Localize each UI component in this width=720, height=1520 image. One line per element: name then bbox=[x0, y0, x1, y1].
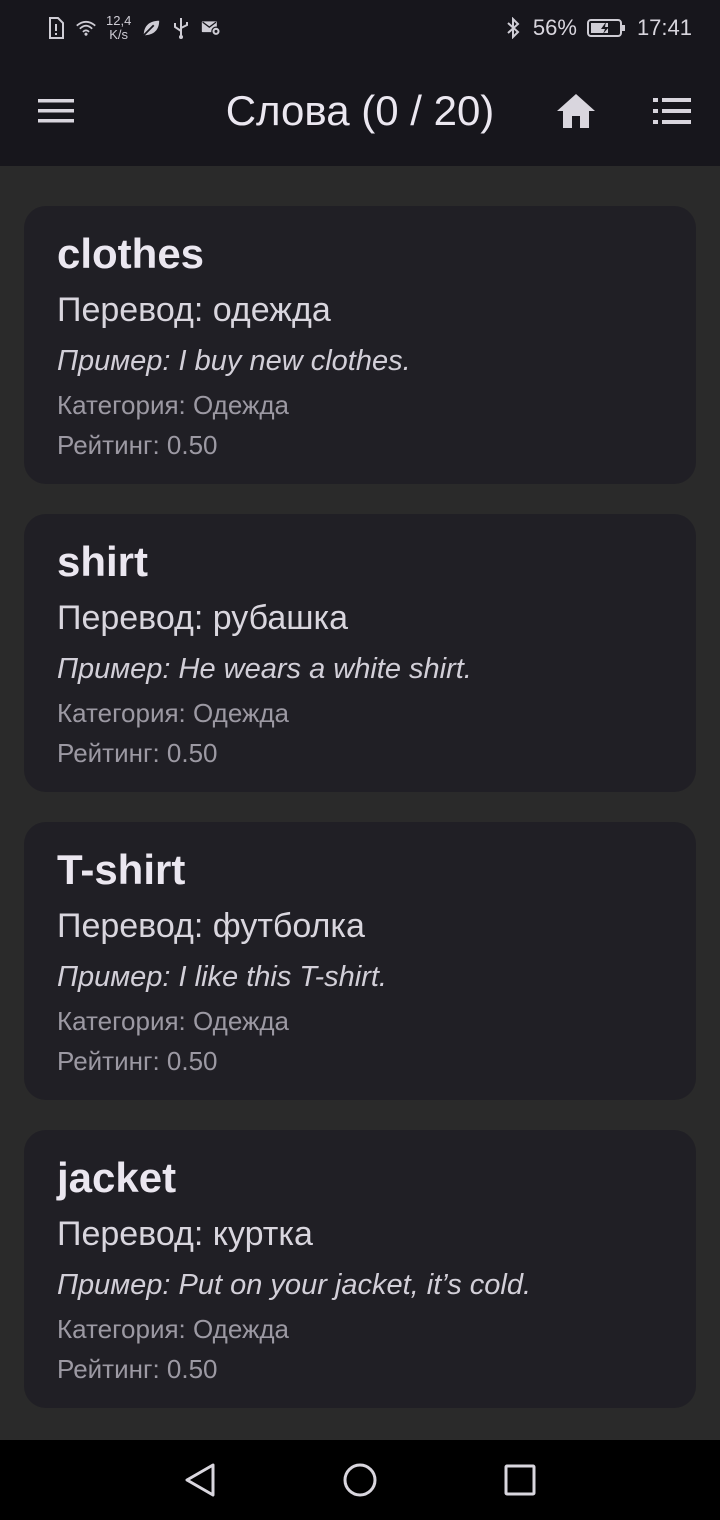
app-bar: Слова (0 / 20) bbox=[0, 56, 720, 166]
example-label: Пример bbox=[57, 345, 163, 377]
back-button[interactable] bbox=[176, 1456, 224, 1504]
word-card[interactable]: T-shirt Перевод: футболка Пример: I like… bbox=[24, 822, 696, 1100]
home-button[interactable] bbox=[548, 83, 604, 139]
word-translation: Перевод: рубашка bbox=[57, 599, 349, 637]
word-rating: Рейтинг: 0.50 bbox=[57, 738, 218, 768]
recents-icon bbox=[504, 1464, 536, 1496]
example-text: : I buy new clothes. bbox=[162, 345, 411, 377]
system-nav-bar bbox=[0, 1440, 720, 1520]
word-term: T-shirt bbox=[57, 846, 186, 893]
battery-charging-icon bbox=[586, 18, 627, 38]
network-speed-value: 12,4 bbox=[106, 13, 132, 28]
menu-button[interactable] bbox=[28, 83, 84, 139]
example-label: Пример bbox=[57, 653, 163, 685]
status-left: 12,4 K/s bbox=[46, 14, 222, 42]
bluetooth-icon bbox=[503, 17, 523, 39]
home-nav-button[interactable] bbox=[336, 1456, 384, 1504]
status-bar: 12,4 K/s 56% 17:41 bbox=[0, 0, 720, 56]
clock: 17:41 bbox=[636, 15, 692, 40]
word-rating: Рейтинг: 0.50 bbox=[57, 1046, 218, 1076]
example-text: : Put on your jacket, it’s cold. bbox=[162, 1269, 532, 1301]
network-speed: 12,4 K/s bbox=[106, 14, 131, 42]
word-term: shirt bbox=[57, 538, 149, 585]
word-list[interactable]: clothes Перевод: одежда Пример: I buy ne… bbox=[0, 166, 720, 1440]
hamburger-menu-icon bbox=[38, 99, 74, 123]
page-title: Слова (0 / 20) bbox=[225, 87, 495, 134]
home-circle-icon bbox=[343, 1463, 377, 1497]
example-label: Пример bbox=[57, 961, 163, 993]
word-term: jacket bbox=[57, 1154, 177, 1201]
back-icon bbox=[185, 1463, 215, 1497]
list-icon bbox=[653, 98, 691, 124]
word-category: Категория: Одежда bbox=[57, 1006, 290, 1036]
wifi-icon bbox=[76, 18, 96, 38]
word-category: Категория: Одежда bbox=[57, 1314, 290, 1344]
word-example: Пример: I buy new clothes. bbox=[57, 342, 664, 380]
home-icon bbox=[557, 94, 595, 128]
word-card[interactable]: clothes Перевод: одежда Пример: I buy ne… bbox=[24, 206, 696, 484]
leaf-icon bbox=[141, 18, 161, 38]
mail-settings-icon bbox=[201, 18, 222, 38]
app-screen: 12,4 K/s 56% 17:41 Слова (0 / 20) clothe… bbox=[0, 0, 720, 1520]
word-example: Пример: I like this T-shirt. bbox=[57, 958, 664, 996]
recents-button[interactable] bbox=[496, 1456, 544, 1504]
word-category: Категория: Одежда bbox=[57, 698, 290, 728]
usb-icon bbox=[171, 18, 191, 39]
word-translation: Перевод: куртка bbox=[57, 1215, 313, 1253]
word-card[interactable]: jacket Перевод: куртка Пример: Put on yo… bbox=[24, 1130, 696, 1408]
network-speed-unit: K/s bbox=[109, 27, 129, 42]
example-label: Пример bbox=[57, 1269, 163, 1301]
word-category: Категория: Одежда bbox=[57, 390, 290, 420]
sim-icon bbox=[46, 17, 66, 39]
example-text: : He wears a white shirt. bbox=[162, 653, 472, 685]
list-button[interactable] bbox=[644, 83, 700, 139]
example-text: : I like this T-shirt. bbox=[162, 961, 387, 993]
word-rating: Рейтинг: 0.50 bbox=[57, 1354, 218, 1384]
word-example: Пример: He wears a white shirt. bbox=[57, 650, 664, 688]
word-term: clothes bbox=[57, 230, 205, 277]
page-title-wrap: Слова (0 / 20) bbox=[0, 56, 720, 166]
battery-percent: 56% bbox=[532, 15, 577, 40]
word-rating: Рейтинг: 0.50 bbox=[57, 430, 218, 460]
status-right: 56% 17:41 bbox=[503, 15, 692, 41]
word-translation: Перевод: одежда bbox=[57, 291, 331, 329]
word-example: Пример: Put on your jacket, it’s cold. bbox=[57, 1266, 664, 1304]
word-card[interactable]: shirt Перевод: рубашка Пример: He wears … bbox=[24, 514, 696, 792]
word-translation: Перевод: футболка bbox=[57, 907, 365, 945]
